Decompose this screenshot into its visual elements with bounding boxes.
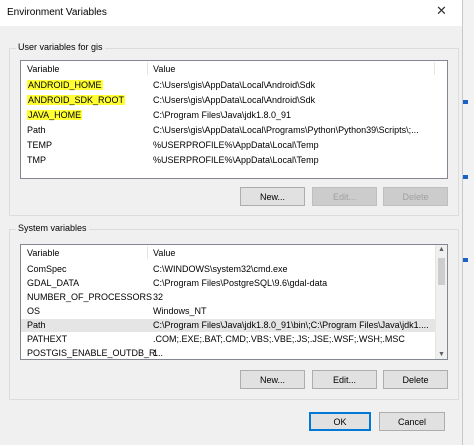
table-row[interactable]: GDAL_DATA C:\Program Files\PostgreSQL\9.6… (21, 277, 447, 290)
table-row[interactable]: TEMP %USERPROFILE%\AppData\Local\Temp (21, 139, 447, 152)
table-row[interactable]: OS Windows_NT (21, 305, 447, 318)
variable-value: C:\Users\gis\AppData\Local\Android\Sdk (153, 95, 316, 105)
variable-value: C:\WINDOWS\system32\cmd.exe (153, 264, 288, 274)
variable-value: 1 (153, 348, 159, 358)
table-row[interactable]: ANDROID_SDK_ROOT C:\Users\gis\AppData\Loc… (21, 94, 447, 107)
table-row[interactable]: POSTGIS_ENABLE_OUTDB_R... 1 (21, 347, 447, 359)
table-row[interactable]: Path C:\Users\gis\AppData\Local\Programs\… (21, 124, 447, 137)
background-accent-mark (463, 100, 468, 104)
table-row[interactable]: TMP %USERPROFILE%\AppData\Local\Temp (21, 154, 447, 167)
column-divider[interactable] (147, 62, 148, 75)
user-edit-button[interactable]: Edit... (312, 187, 377, 206)
variable-name: TMP (27, 155, 46, 165)
variable-value: %USERPROFILE%\AppData\Local\Temp (153, 155, 319, 165)
close-icon[interactable]: ✕ (436, 4, 447, 18)
variable-name: GDAL_DATA (27, 278, 80, 288)
scroll-down-icon[interactable]: ▼ (438, 351, 445, 358)
highlighted-variable-name: ANDROID_HOME (27, 80, 103, 90)
column-header-variable[interactable]: Variable (27, 248, 59, 258)
variable-value: C:\Program Files\Java\jdk1.8.0_91 (153, 110, 292, 120)
background-accent-mark (463, 258, 468, 262)
variable-value: C:\Users\gis\AppData\Local\Android\Sdk (153, 80, 316, 90)
system-list-header: Variable Value (21, 245, 447, 260)
variable-value: 32 (153, 292, 164, 302)
table-row[interactable]: Path C:\Program Files\Java\jdk1.8.0_91\bi… (21, 319, 447, 332)
title-bar[interactable]: Environment Variables ✕ (0, 0, 462, 26)
variable-name: ANDROID_SDK_ROOT (27, 95, 126, 105)
variable-value: .COM;.EXE;.BAT;.CMD;.VBS;.VBE;.JS;.JSE;.… (153, 334, 405, 344)
column-header-value[interactable]: Value (153, 64, 175, 74)
table-row[interactable]: PATHEXT .COM;.EXE;.BAT;.CMD;.VBS;.VBE;.JS… (21, 333, 447, 346)
column-divider[interactable] (434, 62, 435, 75)
variable-name: NUMBER_OF_PROCESSORS (27, 292, 153, 302)
system-variables-label: System variables (16, 223, 89, 233)
user-delete-button[interactable]: Delete (383, 187, 448, 206)
variable-name: JAVA_HOME (27, 110, 83, 120)
window-title: Environment Variables (7, 7, 107, 18)
table-row[interactable]: NUMBER_OF_PROCESSORS 32 (21, 291, 447, 304)
scrollbar-thumb[interactable] (438, 258, 445, 285)
variable-name: TEMP (27, 140, 53, 150)
user-variables-list[interactable]: Variable Value ANDROID_HOME C:\Users\gis\… (20, 60, 448, 179)
column-header-variable[interactable]: Variable (27, 64, 59, 74)
variable-name: ComSpec (27, 264, 67, 274)
environment-variables-dialog: Environment Variables ✕ User variables f… (0, 0, 462, 445)
system-variables-list[interactable]: Variable Value ComSpec C:\WINDOWS\system3… (20, 244, 448, 360)
system-new-button[interactable]: New... (240, 370, 305, 389)
highlighted-variable-name: ANDROID_SDK_ROOT (27, 95, 126, 105)
variable-name: ANDROID_HOME (27, 80, 103, 90)
table-row[interactable]: ANDROID_HOME C:\Users\gis\AppData\Local\A… (21, 79, 447, 92)
table-row[interactable]: JAVA_HOME C:\Program Files\Java\jdk1.8.0_… (21, 109, 447, 122)
variable-name: Path (27, 320, 46, 330)
variable-value: C:\Program Files\PostgreSQL\9.6\gdal-dat… (153, 278, 328, 288)
variable-name: Path (27, 125, 46, 135)
system-list-scrollbar[interactable]: ▲ ▼ (435, 245, 447, 359)
highlighted-variable-name: JAVA_HOME (27, 110, 83, 120)
background-accent-mark (463, 175, 468, 179)
ok-button[interactable]: OK (309, 412, 371, 431)
user-list-header: Variable Value (21, 61, 447, 76)
variable-value: C:\Users\gis\AppData\Local\Programs\Pyth… (153, 125, 419, 135)
variable-name: OS (27, 306, 41, 316)
user-new-button[interactable]: New... (240, 187, 305, 206)
variable-value: Windows_NT (153, 306, 207, 316)
system-edit-button[interactable]: Edit... (312, 370, 377, 389)
table-row[interactable]: ComSpec C:\WINDOWS\system32\cmd.exe (21, 263, 447, 276)
variable-name: PATHEXT (27, 334, 68, 344)
system-delete-button[interactable]: Delete (383, 370, 448, 389)
scroll-up-icon[interactable]: ▲ (438, 246, 445, 253)
background-window-edge (462, 0, 474, 445)
variable-value: C:\Program Files\Java\jdk1.8.0_91\bin\;C… (153, 320, 429, 330)
cancel-button[interactable]: Cancel (379, 412, 445, 431)
variable-name: POSTGIS_ENABLE_OUTDB_R... (27, 348, 164, 358)
column-divider[interactable] (147, 246, 148, 259)
variable-value: %USERPROFILE%\AppData\Local\Temp (153, 140, 319, 150)
column-header-value[interactable]: Value (153, 248, 175, 258)
user-variables-label: User variables for gis (16, 42, 105, 52)
